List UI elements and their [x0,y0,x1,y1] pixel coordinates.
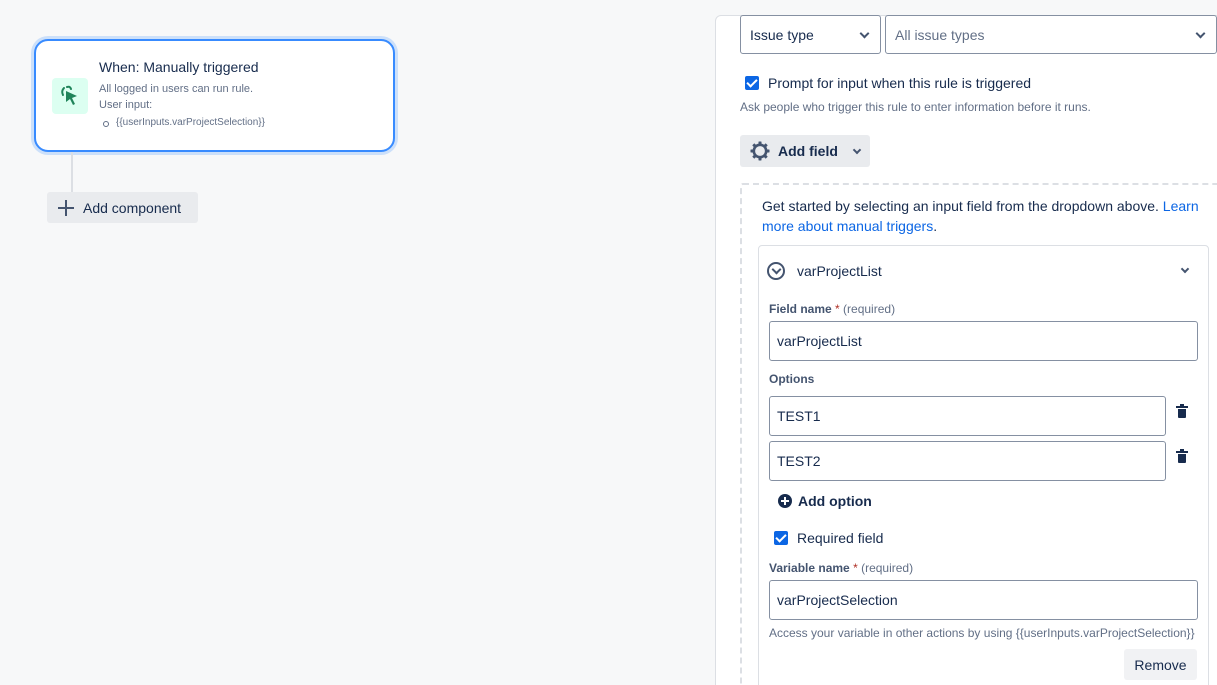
field-name-value: varProjectList [777,333,862,349]
variable-name-label: Variable name * (required) [769,561,913,575]
add-component-button[interactable]: Add component [47,192,198,223]
prompt-label: Prompt for input when this rule is trigg… [768,75,1032,91]
option-input-2[interactable]: TEST2 [769,441,1166,481]
option-value-1: TEST1 [777,408,821,424]
trigger-title: When: Manually triggered [99,59,259,75]
variable-access-help: Access your variable in other actions by… [769,626,1195,640]
trigger-description-line: All logged in users can run rule. [99,83,254,95]
variable-name-input[interactable]: varProjectSelection [769,580,1198,620]
plus-icon [57,199,75,217]
option-value-2: TEST2 [777,453,821,469]
trigger-input-list: {{userInputs.varProjectSelection}} [103,117,265,128]
get-started-period: . [933,218,938,234]
required-star: * [835,302,840,316]
trigger-input-item: {{userInputs.varProjectSelection}} [103,117,265,128]
add-field-label: Add field [778,143,838,159]
issue-types-select-value: All issue types [895,26,985,43]
required-field-label: Required field [797,530,884,546]
field-card-title: varProjectList [797,263,882,279]
issue-type-select-value: Issue type [750,26,814,43]
chevron-down-icon [852,145,862,154]
field-name-label-text: Field name [769,302,832,316]
trash-icon[interactable] [1176,449,1188,463]
prompt-help-text: Ask people who trigger this rule to ente… [740,100,1091,114]
options-label: Options [769,372,815,386]
connector-line [71,152,73,192]
trigger-user-input-label: User input: [99,99,153,111]
chevron-down-icon [859,28,870,39]
variable-name-value: varProjectSelection [777,592,898,608]
add-option-label: Add option [798,493,872,509]
prompt-checkbox[interactable] [745,76,759,90]
get-started-text: Get started by selecting an input field … [762,196,1207,236]
required-star: * [853,561,858,575]
issue-types-select[interactable]: All issue types [885,15,1217,54]
add-component-label: Add component [83,199,182,216]
add-option-button[interactable]: Add option [778,493,872,509]
plus-circle-icon [778,494,792,508]
trigger-description: All logged in users can run rule. User i… [99,81,253,113]
field-name-label: Field name * (required) [769,302,895,316]
chevron-down-circle-icon[interactable] [767,262,785,280]
variable-name-label-text: Variable name [769,561,850,575]
cursor-click-icon [52,78,88,114]
required-text: (required) [861,561,914,575]
add-field-button[interactable]: Add field [740,135,870,167]
required-field-checkbox[interactable] [774,531,788,545]
trash-icon[interactable] [1176,404,1188,418]
chevron-down-icon [1195,28,1206,39]
required-text: (required) [843,302,896,316]
gear-icon [750,141,770,161]
trigger-card[interactable]: When: Manually triggered All logged in u… [34,39,395,152]
field-name-input[interactable]: varProjectList [769,321,1198,361]
get-started-copy: Get started by selecting an input field … [762,198,1159,214]
option-input-1[interactable]: TEST1 [769,396,1166,436]
issue-type-select[interactable]: Issue type [740,15,881,54]
remove-button[interactable]: Remove [1124,649,1197,680]
